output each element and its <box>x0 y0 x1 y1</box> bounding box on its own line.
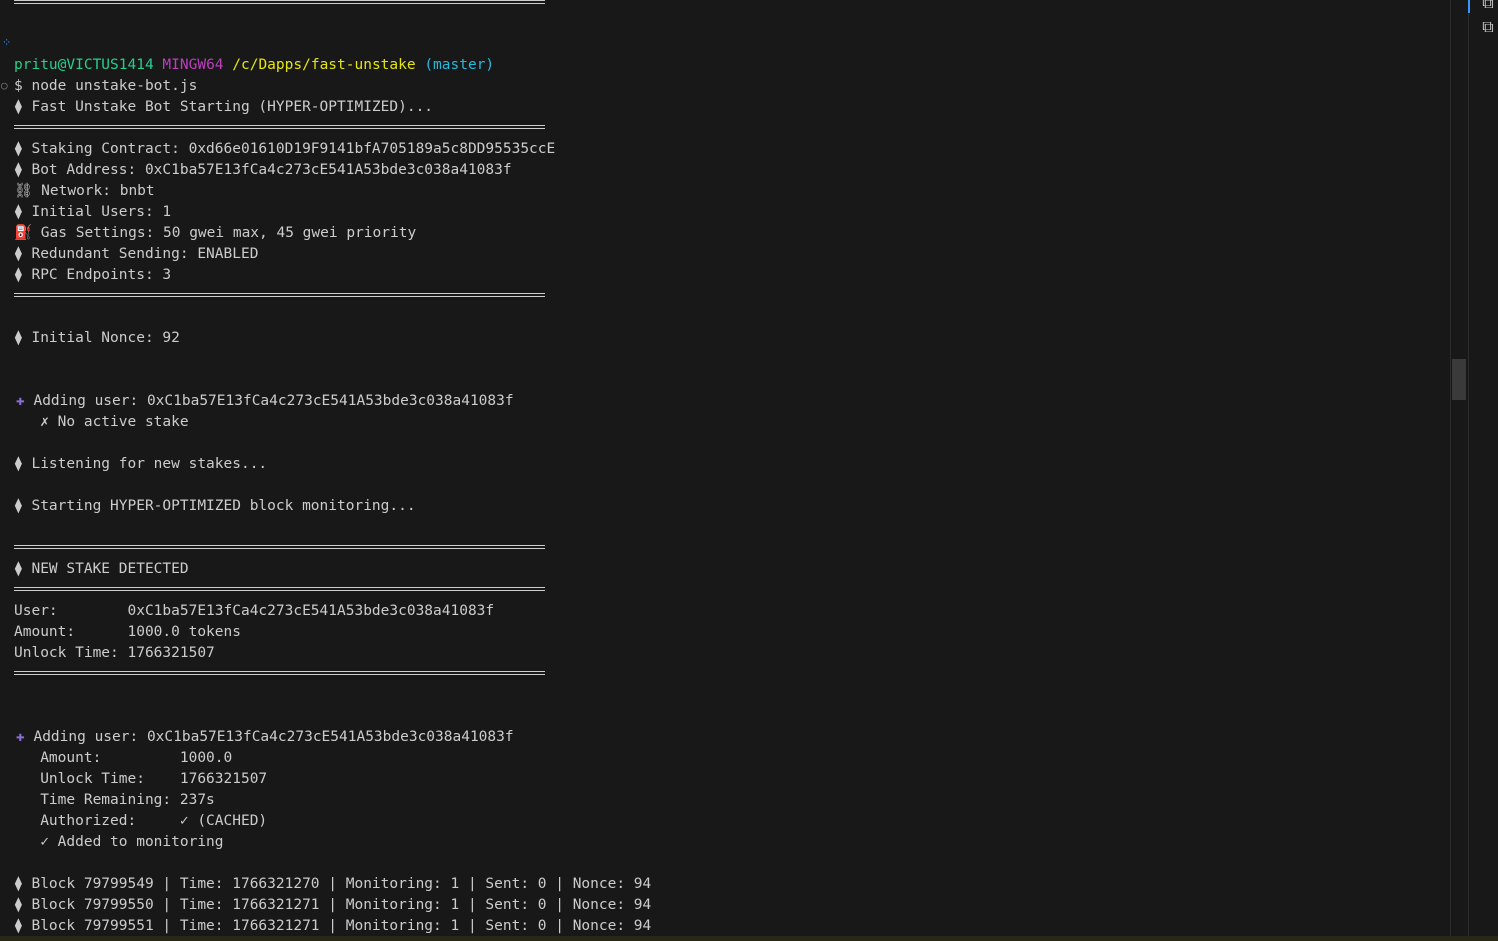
plus-icon: ✚ <box>16 393 25 409</box>
chain-icon: ⛓ <box>14 183 33 199</box>
plus-icon: ✚ <box>16 729 25 745</box>
rpc-endpoints-line: ⧫ RPC Endpoints: 3 <box>14 267 172 283</box>
stake-amount-line: Amount: 1000.0 tokens <box>14 624 241 640</box>
prompt-user-host: pritu@VICTUS1414 <box>14 57 154 73</box>
bot-address-line: ⧫ Bot Address: 0xC1ba57E13fCa4c273cE541A… <box>14 162 512 178</box>
add-unlock-line: Unlock Time: 1766321507 <box>14 771 268 787</box>
terminal-list-panel <box>1468 0 1498 941</box>
terminal-panel[interactable]: ⁘ pritu@VICTUS1414 MINGW64 /c/Dapps/fast… <box>0 0 1450 941</box>
initial-users-line: ⧫ Initial Users: 1 <box>14 204 172 220</box>
block-line: ⧫ Block 79799550 | Time: 1766321271 | Mo… <box>14 897 652 913</box>
fuel-pump-icon: ⛽ <box>14 225 33 241</box>
sparkle-icon[interactable]: ⁘ <box>2 36 11 49</box>
added-monitoring-line: ✓ Added to monitoring <box>14 834 224 850</box>
command-line: $ node unstake-bot.js <box>14 78 198 94</box>
bot-starting-line: ⧫ Fast Unstake Bot Starting (HYPER-OPTIM… <box>14 99 434 115</box>
status-strip <box>0 936 1498 941</box>
adding-user-text: Adding user: 0xC1ba57E13fCa4c273cE541A53… <box>24 729 514 745</box>
block-line: ⧫ Block 79799551 | Time: 1766321271 | Mo… <box>14 918 652 934</box>
separator <box>14 545 545 549</box>
separator <box>14 0 545 4</box>
network-text: Network: bnbt <box>32 183 155 199</box>
prompt-shell: MINGW64 <box>162 57 224 73</box>
initial-nonce-line: ⧫ Initial Nonce: 92 <box>14 330 180 346</box>
add-amount-line: Amount: 1000.0 <box>14 750 233 766</box>
adding-user-line: ✚ Adding user: 0xC1ba57E13fCa4c273cE541A… <box>16 727 514 748</box>
separator <box>14 125 545 129</box>
adding-user-text: Adding user: 0xC1ba57E13fCa4c273cE541A53… <box>24 393 514 409</box>
network-line: ⛓ Network: bnbt <box>14 181 155 202</box>
gas-settings-line: ⛽ Gas Settings: 50 gwei max, 45 gwei pri… <box>14 223 416 244</box>
circle-icon[interactable]: ○ <box>1 79 8 92</box>
prompt-branch: (master) <box>424 57 495 73</box>
add-remaining-line: Time Remaining: 237s <box>14 792 215 808</box>
terminal-scrollbar[interactable] <box>1450 0 1469 941</box>
redundant-sending-line: ⧫ Redundant Sending: ENABLED <box>14 246 259 262</box>
separator <box>14 293 545 297</box>
separator <box>14 587 545 591</box>
prompt-cwd: /c/Dapps/fast-unstake <box>232 57 416 73</box>
monitoring-start-line: ⧫ Starting HYPER-OPTIMIZED block monitor… <box>14 498 416 514</box>
adding-user-line: ✚ Adding user: 0xC1ba57E13fCa4c273cE541A… <box>16 391 514 412</box>
stake-unlock-line: Unlock Time: 1766321507 <box>14 645 215 661</box>
gas-settings-text: Gas Settings: 50 gwei max, 45 gwei prior… <box>32 225 417 241</box>
add-authorized-line: Authorized: ✓ (CACHED) <box>14 813 268 829</box>
active-indicator <box>1468 0 1470 13</box>
listening-line: ⧫ Listening for new stakes... <box>14 456 268 472</box>
staking-contract-line: ⧫ Staking Contract: 0xd66e01610D19F9141b… <box>14 141 556 157</box>
terminal-tab-icon[interactable]: ⧉ <box>1478 17 1498 37</box>
scrollbar-thumb[interactable] <box>1452 359 1466 400</box>
block-line: ⧫ Block 79799549 | Time: 1766321270 | Mo… <box>14 876 652 892</box>
stake-user-line: User: 0xC1ba57E13fCa4c273cE541A53bde3c03… <box>14 603 495 619</box>
new-stake-detected-title: ⧫ NEW STAKE DETECTED <box>14 561 189 577</box>
terminal-split-icon[interactable]: ⧉ <box>1478 0 1498 13</box>
no-active-stake-line: ✗ No active stake <box>14 414 189 430</box>
separator <box>14 671 545 675</box>
shell-prompt: pritu@VICTUS1414 MINGW64 /c/Dapps/fast-u… <box>14 55 494 76</box>
